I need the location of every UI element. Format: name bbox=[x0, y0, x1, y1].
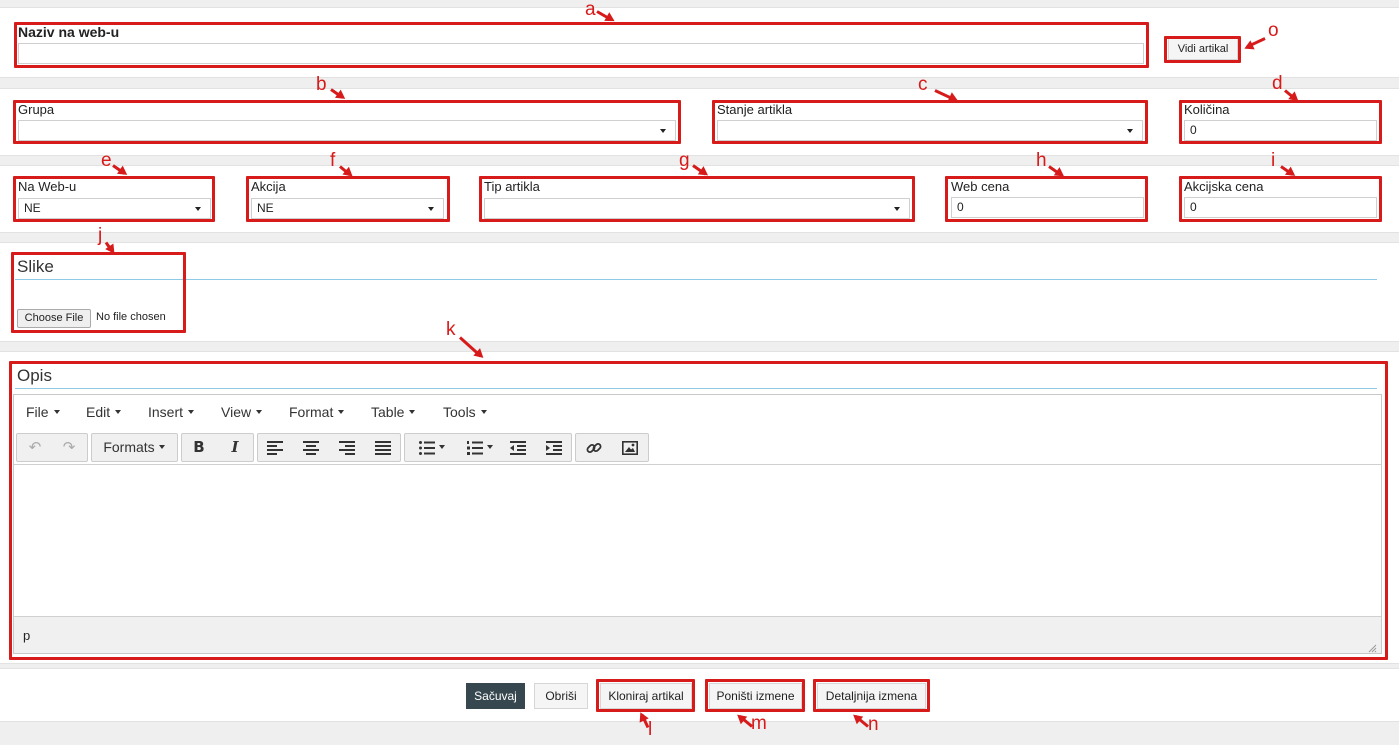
mark-d: d bbox=[1272, 73, 1283, 94]
slike-rule bbox=[15, 279, 1377, 280]
mark-j: j bbox=[98, 225, 103, 246]
mark-g: g bbox=[679, 150, 690, 171]
highlight-f bbox=[246, 176, 450, 222]
sacuvaj-button[interactable]: Sačuvaj bbox=[466, 683, 525, 709]
mark-l: l bbox=[648, 719, 653, 740]
highlight-g bbox=[479, 176, 915, 222]
actions-panel bbox=[0, 668, 1399, 722]
mark-i: i bbox=[1271, 150, 1276, 171]
highlight-m bbox=[705, 679, 805, 712]
highlight-d bbox=[1179, 100, 1382, 144]
mark-m: m bbox=[751, 713, 767, 734]
highlight-e bbox=[13, 176, 215, 222]
mark-h: h bbox=[1036, 150, 1047, 171]
highlight-k bbox=[9, 361, 1388, 660]
highlight-i bbox=[1179, 176, 1382, 222]
highlight-h bbox=[945, 176, 1148, 222]
mark-k: k bbox=[446, 319, 456, 340]
mark-o: o bbox=[1268, 20, 1279, 41]
slike-panel bbox=[0, 242, 1399, 342]
highlight-c bbox=[712, 100, 1148, 144]
highlight-o bbox=[1164, 36, 1241, 63]
mark-e: e bbox=[101, 150, 112, 171]
obrisi-button[interactable]: Obriši bbox=[534, 683, 588, 709]
mark-f: f bbox=[330, 150, 336, 171]
mark-b: b bbox=[316, 74, 327, 95]
highlight-a bbox=[14, 22, 1149, 68]
mark-a: a bbox=[585, 0, 596, 20]
highlight-j bbox=[11, 252, 186, 333]
highlight-l bbox=[596, 679, 695, 712]
mark-c: c bbox=[918, 74, 928, 95]
mark-n: n bbox=[868, 714, 879, 735]
highlight-n bbox=[813, 679, 930, 712]
highlight-b bbox=[13, 100, 681, 144]
